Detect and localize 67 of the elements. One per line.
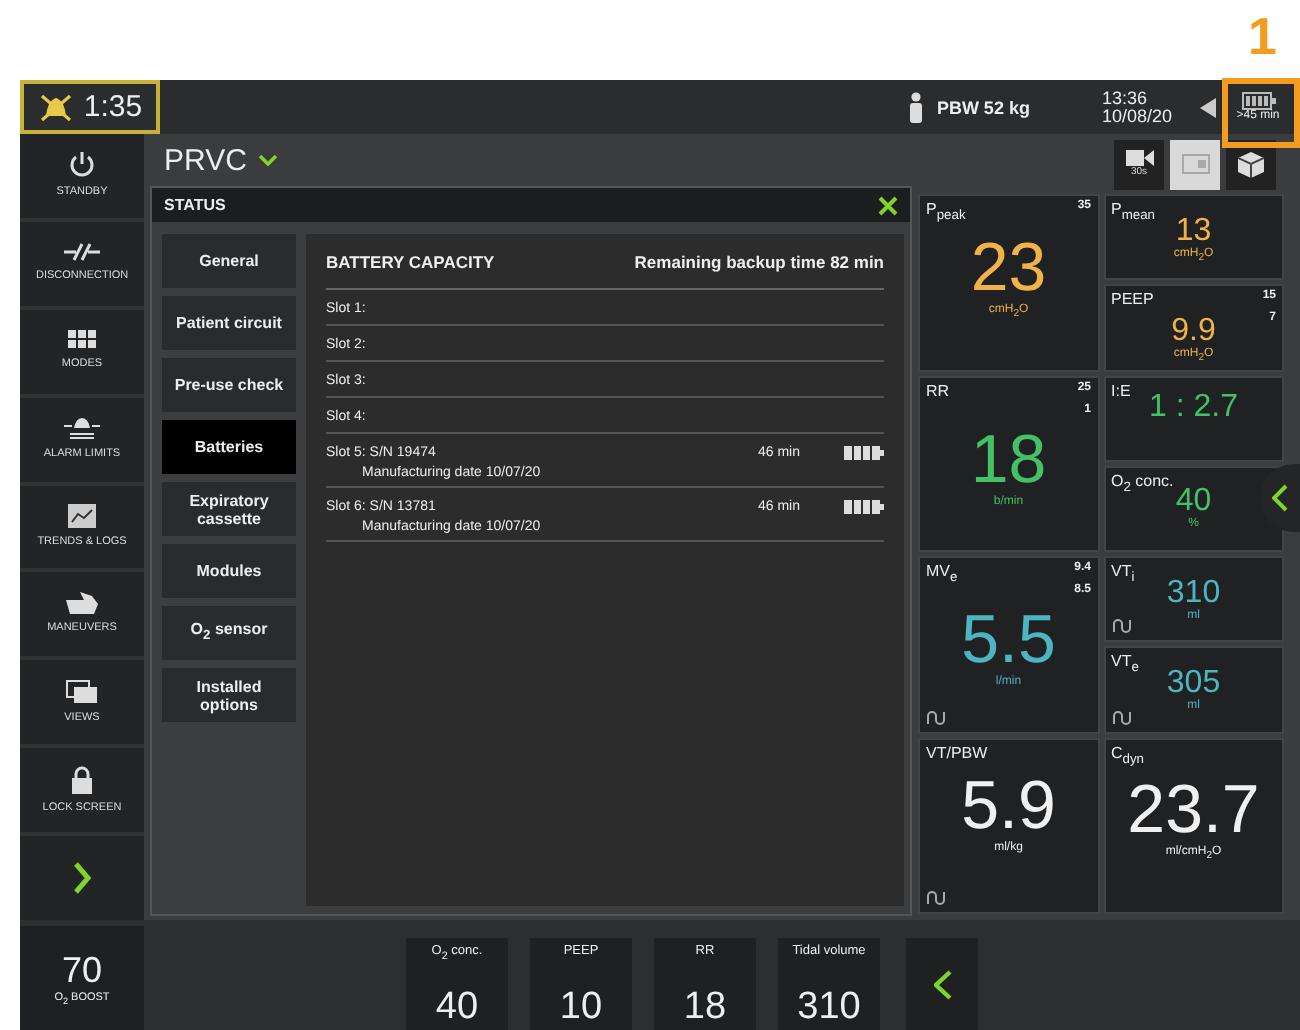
- clock-time: 13:36: [1101, 89, 1149, 107]
- caret-icon[interactable]: [258, 154, 279, 166]
- metric-name: RR: [926, 381, 950, 403]
- chevron-left-icon: [933, 969, 951, 999]
- power-icon: [68, 150, 96, 179]
- metric-name: VT$_{e}$: [1111, 652, 1139, 676]
- windows-icon: [66, 679, 98, 704]
- status-tab[interactable]: Patient circuit: [162, 296, 296, 350]
- chevron-left-icon: [1272, 484, 1288, 512]
- bell-crossed-icon: [37, 91, 74, 123]
- dialog-title: STATUS: [164, 196, 226, 214]
- loop-icon: [926, 709, 948, 725]
- loop-icon: [1111, 618, 1133, 635]
- alarm-silence-timer[interactable]: 1:35: [20, 80, 160, 134]
- metric-value: 5.5: [961, 604, 1056, 676]
- backup-time: Remaining backup time 82 min: [634, 252, 884, 272]
- chevron-right-icon: [72, 862, 92, 895]
- battery-icon: [844, 445, 884, 459]
- hand-icon: [66, 592, 98, 615]
- metric-name: PEEP: [1111, 290, 1154, 313]
- loop-icon: [1111, 709, 1133, 725]
- alarm-limits-icon: [64, 416, 100, 441]
- metric-value: 23.7: [1127, 774, 1260, 847]
- back-arrow-icon[interactable]: [1200, 97, 1216, 117]
- metric-value: 305: [1166, 667, 1221, 700]
- callout-frame: [1222, 78, 1300, 148]
- close-icon[interactable]: [878, 195, 898, 215]
- status-tab[interactable]: Modules: [162, 544, 296, 598]
- metric-value: 23: [970, 231, 1047, 304]
- metric-value: 40: [1175, 486, 1212, 519]
- battery-icon: [1241, 92, 1275, 110]
- metric-value: 9.9: [1171, 316, 1216, 349]
- expand-settings-button[interactable]: [906, 938, 978, 1030]
- metric-name: VT$_{i}$: [1111, 562, 1135, 586]
- metric-name: C$_{dyn}$: [1111, 743, 1145, 767]
- lock-icon: [70, 765, 94, 794]
- metric-name: I:E: [1111, 381, 1131, 399]
- section-heading: BATTERY CAPACITY: [326, 252, 495, 272]
- metric-value: 18: [970, 423, 1047, 495]
- metric-value: 310: [1166, 577, 1221, 610]
- callout-number: 1: [1248, 8, 1277, 64]
- grid-icon: [68, 330, 96, 351]
- metric-name: P$_{mean}$: [1111, 200, 1155, 224]
- disconnection-icon: [64, 242, 100, 263]
- status-tab[interactable]: Pre-use check: [162, 358, 296, 412]
- status-tab[interactable]: Expiratory cassette: [162, 482, 296, 536]
- chart-icon: [68, 504, 96, 528]
- metric-name: MV$_{e}$: [926, 562, 958, 590]
- metric-name: P$_{peak}$: [926, 200, 966, 224]
- status-tab[interactable]: Batteries: [162, 420, 296, 474]
- battery-icon: [844, 499, 884, 513]
- status-tab[interactable]: General: [162, 234, 296, 288]
- cube-icon: [1238, 151, 1264, 177]
- loop-icon: [926, 890, 948, 906]
- status-tab[interactable]: O$_{2}$ sensor: [162, 606, 296, 660]
- ventilation-mode[interactable]: PRVC: [164, 143, 247, 177]
- metric-name: O$_{2}$ conc.: [1111, 471, 1174, 495]
- metric-value: 5.9: [961, 769, 1056, 841]
- person-icon: [908, 91, 925, 123]
- panel-icon: [1181, 154, 1209, 174]
- video-camera-icon: [1125, 150, 1153, 166]
- metric-value: 13: [1175, 215, 1212, 248]
- patient-weight: PBW 52 kg: [936, 97, 1030, 117]
- metric-value: 1 : 2.7: [1149, 391, 1238, 423]
- metric-name: VT/PBW: [926, 743, 988, 761]
- clock-date: 10/08/20: [1101, 107, 1172, 125]
- status-tab[interactable]: Installed options: [162, 668, 296, 722]
